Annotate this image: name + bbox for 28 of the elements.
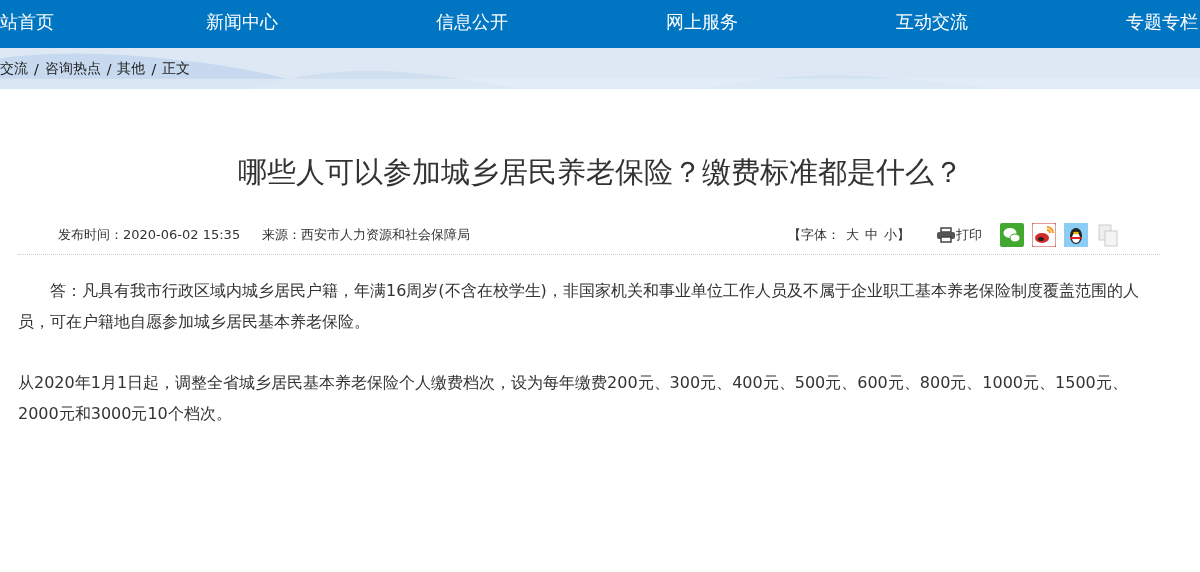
separator: / bbox=[151, 60, 157, 77]
penguin-icon[interactable] bbox=[1064, 223, 1088, 247]
separator: / bbox=[34, 60, 39, 77]
font-size-link[interactable]: 小 bbox=[884, 226, 897, 244]
nav-item[interactable]: 新闻中心 bbox=[202, 0, 282, 44]
paragraph: 答：凡具有我市行政区域内城乡居民户籍，年满16周岁(不含在校学生)，非国家机关和事业单位工作人员及不属于企业职工基本养老保险制度覆盖范围的人员，可在户籍地自愿参加城乡居民基本养老保险。 bbox=[18, 280, 1140, 333]
nav-item[interactable]: 互动交流 bbox=[892, 0, 972, 44]
breadcrumb-link[interactable]: 交流 bbox=[0, 59, 28, 78]
nav-item[interactable]: 网上服务 bbox=[662, 0, 742, 44]
nav-item[interactable]: 信息公开 bbox=[432, 0, 512, 44]
nav-item[interactable]: 专题专栏 bbox=[1122, 0, 1200, 44]
font-size-link[interactable]: 中 bbox=[865, 226, 878, 244]
separator: / bbox=[106, 60, 112, 77]
source: 来源：西安市人力资源和社会保障局 bbox=[262, 226, 471, 244]
print-link[interactable]: 打印 bbox=[956, 226, 982, 244]
chat-bubbles-icon[interactable] bbox=[1000, 223, 1024, 247]
article-title: 哪些人可以参加城乡居民养老保险？缴费标准都是什么？ bbox=[236, 154, 964, 191]
nav-item[interactable]: 站首页 bbox=[0, 0, 60, 44]
bracket: 】 bbox=[897, 226, 910, 244]
font-size-link[interactable]: 大 bbox=[846, 226, 859, 244]
publish-time: 发布时间：2020-06-02 15:35 bbox=[58, 226, 241, 244]
print-icon[interactable] bbox=[936, 227, 956, 243]
breadcrumb-link[interactable]: 其他 bbox=[117, 59, 146, 78]
font-size-label: 【字体： bbox=[788, 226, 840, 244]
eye-icon[interactable] bbox=[1032, 223, 1056, 247]
paragraph: 从2020年1月1日起，调整全省城乡居民基本养老保险个人缴费档次，设为每年缴费200元、300元、400元、500元、600元、800元、1000元、1500元、2000元和3000元10个档次。 bbox=[18, 372, 1129, 425]
breadcrumb-link[interactable]: 正文 bbox=[162, 59, 191, 78]
breadcrumb-link[interactable]: 咨询热点 bbox=[44, 59, 101, 78]
